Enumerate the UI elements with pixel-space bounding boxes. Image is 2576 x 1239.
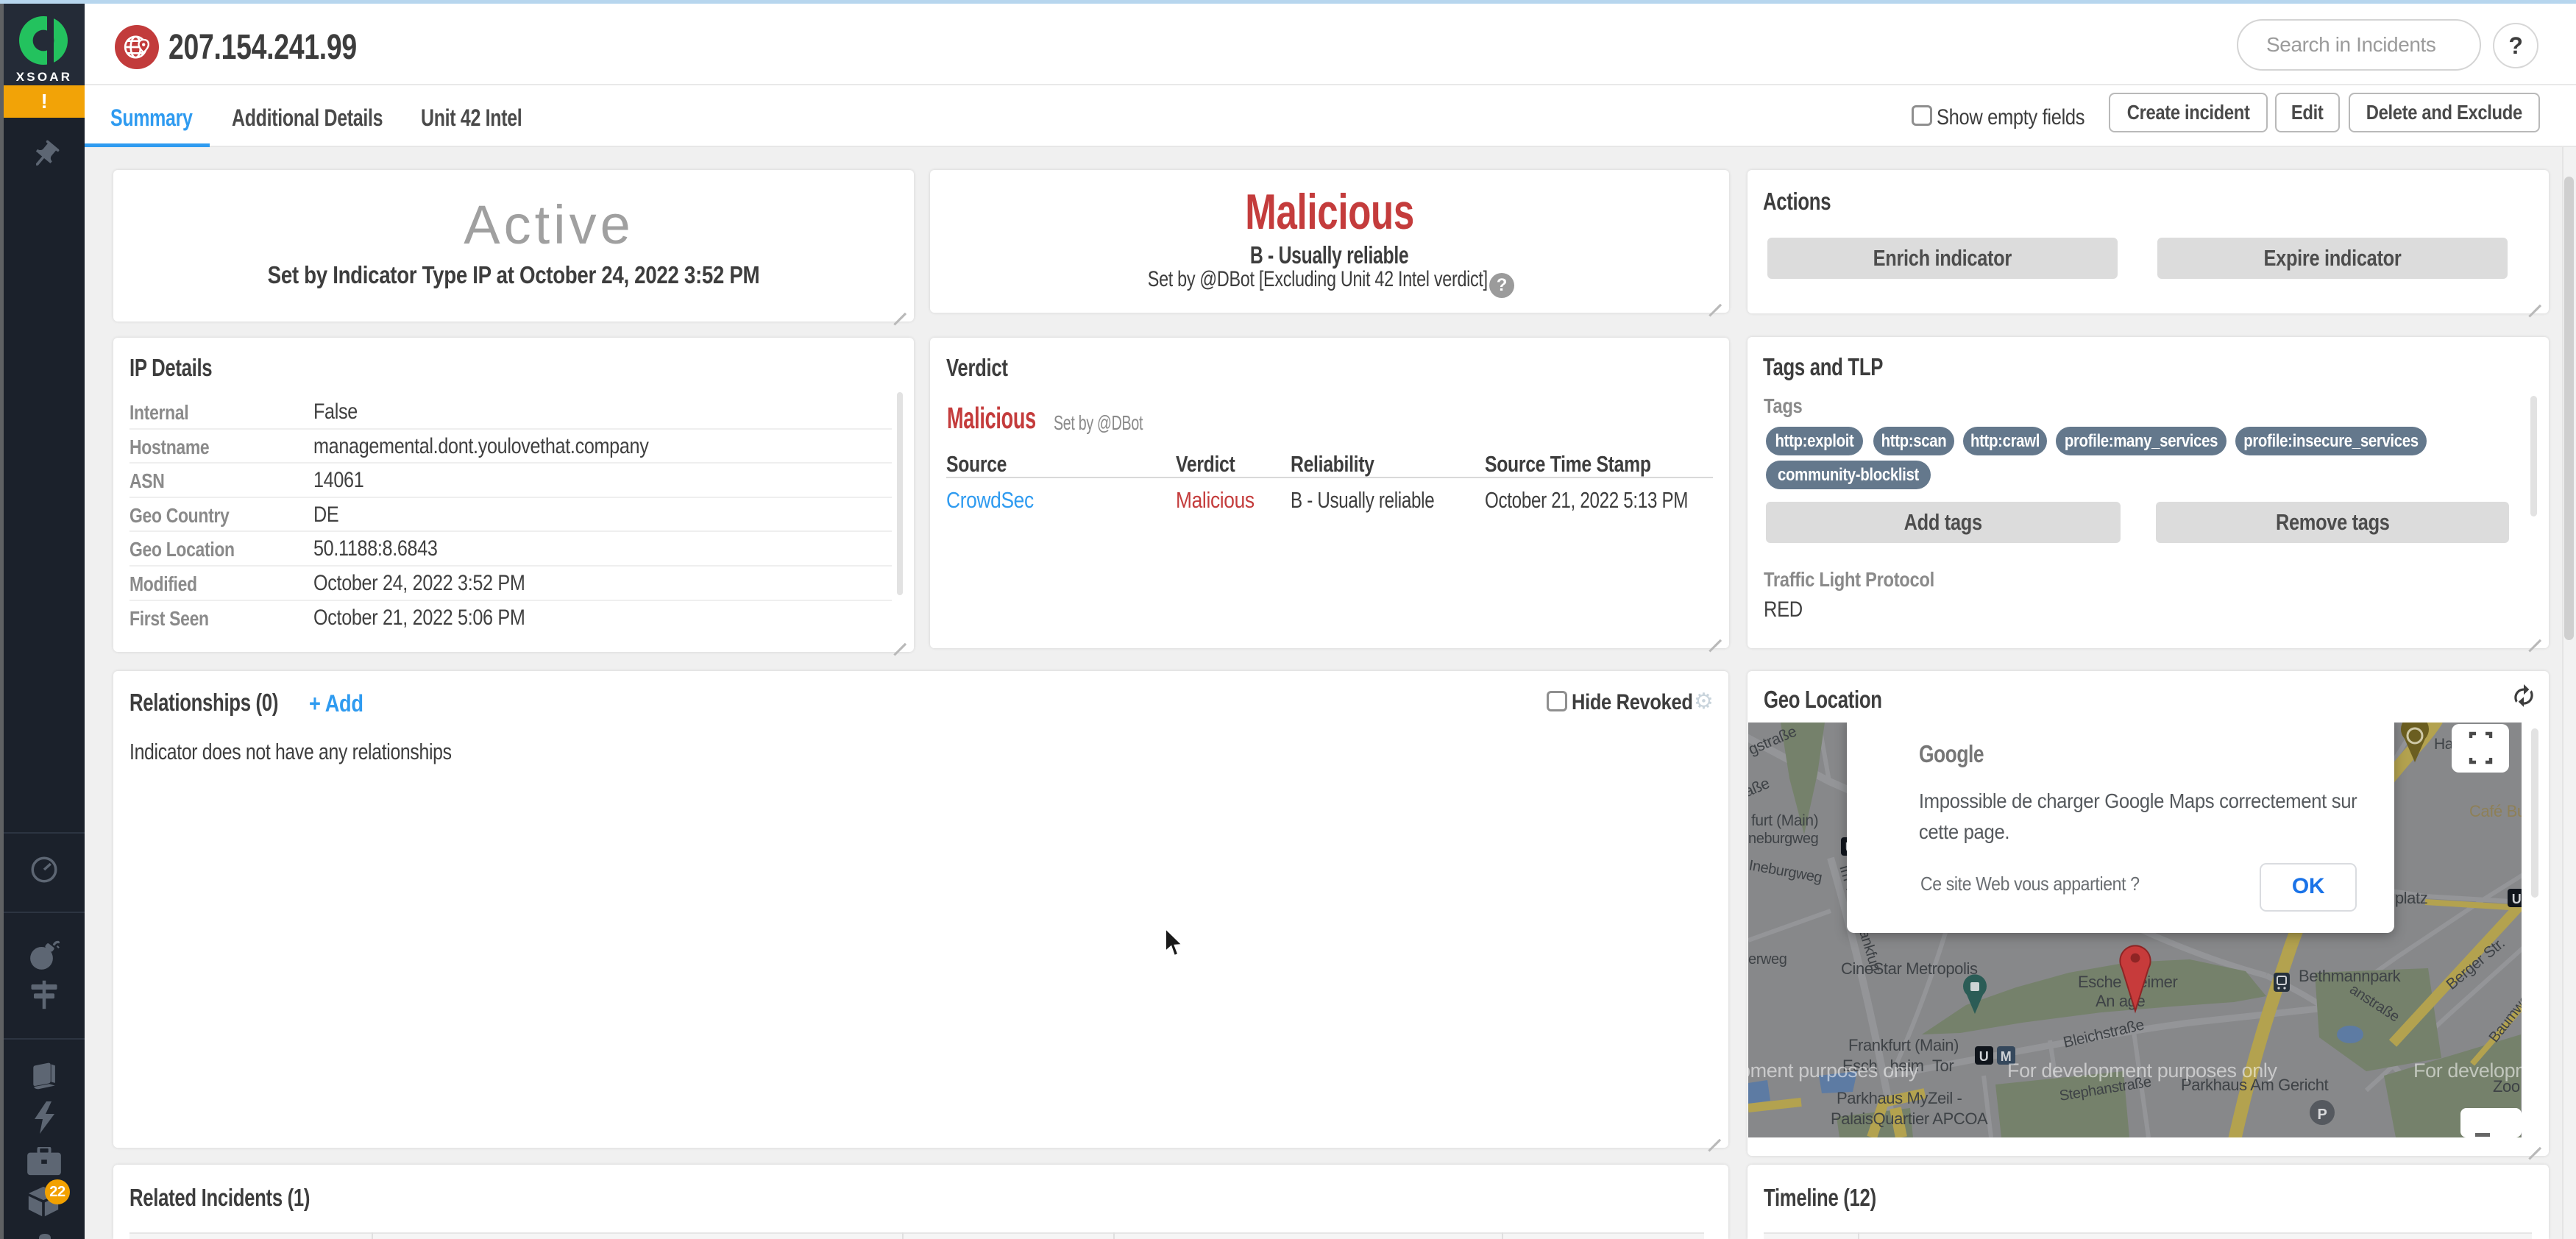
svg-text:P: P <box>2318 1107 2327 1123</box>
svg-text:For development purposes only: For development purposes only <box>2007 1059 2278 1082</box>
svg-text:Parkhaus MyZeil -: Parkhaus MyZeil - <box>1837 1089 1962 1107</box>
svg-text:Google: Google <box>1919 741 1984 767</box>
svg-text:For development: For development <box>2413 1059 2522 1082</box>
svg-text:Frankfurt (Main): Frankfurt (Main) <box>1848 1036 1959 1054</box>
svg-text:erweg: erweg <box>1748 951 1786 968</box>
svg-text:PalaisQuartier APCOA: PalaisQuartier APCOA <box>1831 1110 1988 1128</box>
svg-text:U: U <box>2512 892 2522 906</box>
svg-text:cette page.: cette page. <box>1919 820 2009 843</box>
svg-text:U: U <box>1979 1049 1989 1064</box>
svg-text:Bethmannpark: Bethmannpark <box>2299 967 2402 985</box>
svg-text:Café Bu: Café Bu <box>2469 802 2522 820</box>
svg-text:Ha: Ha <box>2434 736 2454 753</box>
svg-text:OK: OK <box>2292 874 2325 898</box>
svg-text:neburgweg: neburgweg <box>1748 831 1818 847</box>
svg-text:Impossible de charger Google M: Impossible de charger Google Maps correc… <box>1919 789 2357 812</box>
svg-text:pment purposes only: pment purposes only <box>1748 1059 1919 1082</box>
svg-text:Ce site Web vous appartient ?: Ce site Web vous appartient ? <box>1920 874 2140 895</box>
svg-text:furt (Main): furt (Main) <box>1751 812 1818 829</box>
svg-text:CineStar Metropolis: CineStar Metropolis <box>1841 959 1978 978</box>
